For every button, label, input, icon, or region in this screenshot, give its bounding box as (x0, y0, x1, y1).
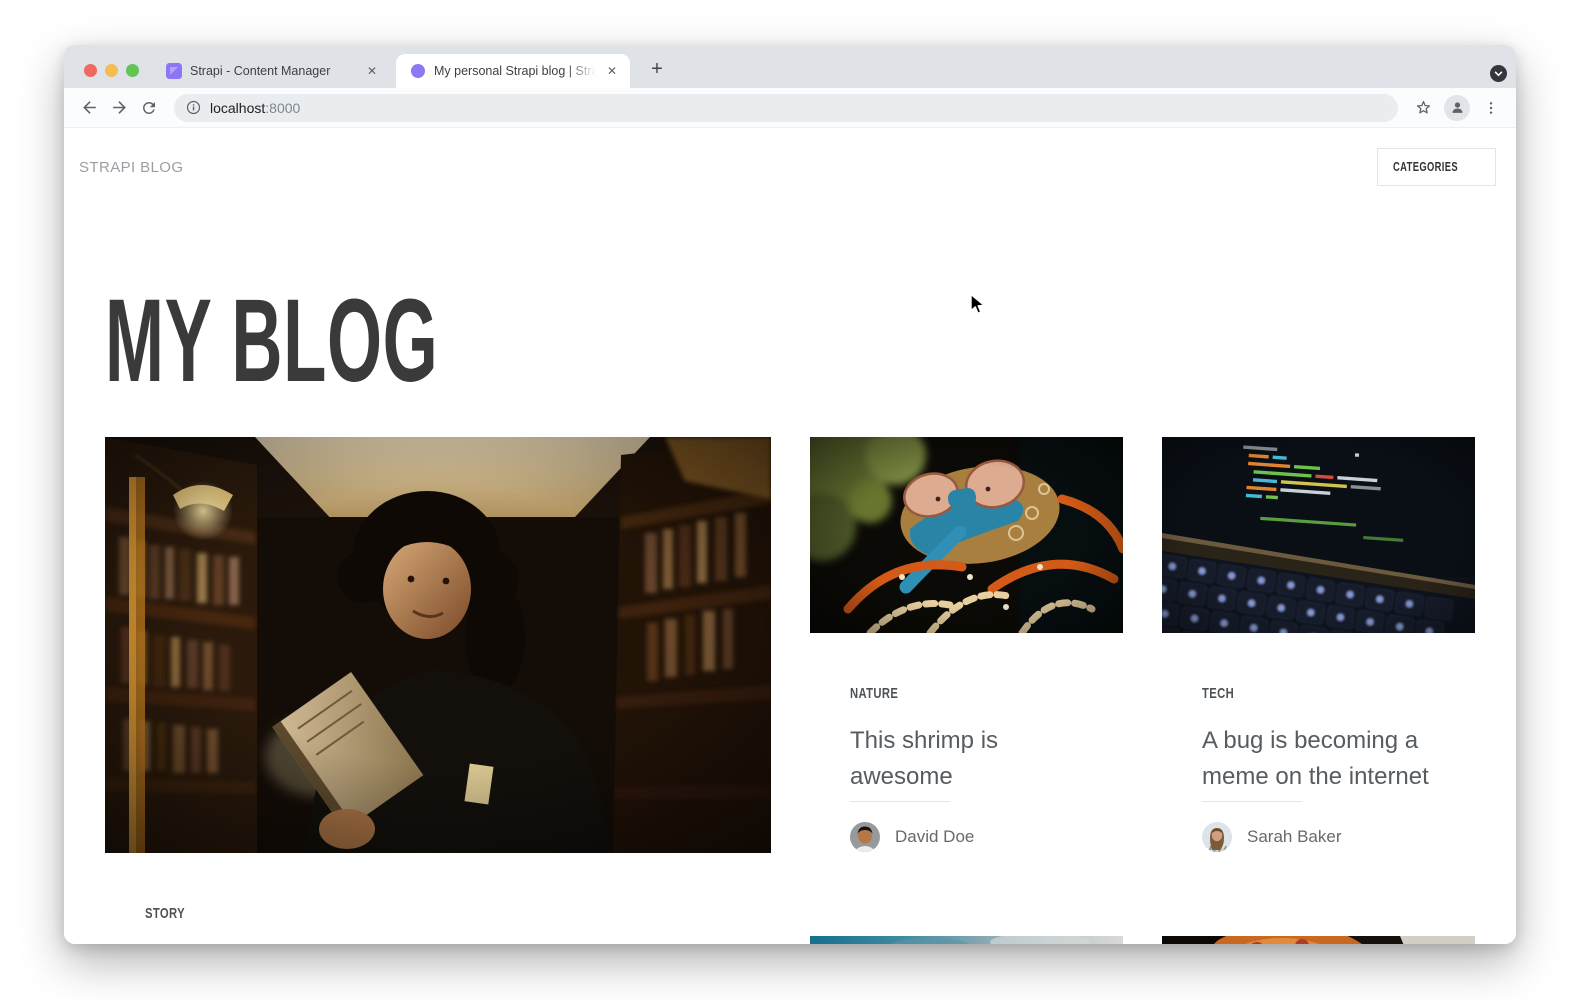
avatar-sarah (1202, 822, 1232, 852)
shrimp-photo[interactable] (810, 437, 1123, 633)
back-button[interactable] (74, 93, 104, 123)
tab-title: Strapi - Content Manager (190, 64, 356, 78)
site-header: STRAPI BLOG CATEGORIES (79, 148, 1496, 186)
divider (850, 801, 950, 802)
profile-icon (1450, 100, 1465, 115)
tab-strip: Strapi - Content Manager ✕ My personal S… (64, 45, 1516, 88)
grid-column-3: TECH A bug is becoming a meme on the int… (1162, 437, 1475, 944)
strapi-favicon (166, 63, 182, 79)
minimize-window-button[interactable] (105, 64, 118, 77)
avatar-david (850, 822, 880, 852)
grid-column-2: NATURE This shrimp is awesome (810, 437, 1123, 944)
url-text: localhost:8000 (210, 100, 300, 116)
card-body: NATURE This shrimp is awesome (810, 633, 1123, 892)
card-body: TECH A bug is becoming a meme on the int… (1162, 633, 1475, 892)
close-tab-icon[interactable]: ✕ (364, 64, 380, 78)
chevron-down-icon (1494, 71, 1503, 77)
author-row: Sarah Baker (1202, 822, 1435, 852)
post-title[interactable]: This shrimp is awesome (850, 723, 1083, 795)
forward-icon (110, 98, 129, 117)
traffic-lights (84, 64, 139, 77)
info-icon (186, 100, 201, 115)
forward-button[interactable] (104, 93, 134, 123)
post-grid: STORY (105, 437, 1475, 944)
divider (1202, 801, 1302, 802)
reload-button[interactable] (134, 93, 164, 123)
new-tab-button[interactable]: + (644, 57, 670, 83)
profile-button[interactable] (1444, 95, 1470, 121)
blog-favicon (410, 63, 426, 79)
url-port: :8000 (265, 100, 300, 116)
browser-menu-button[interactable] (1476, 93, 1506, 123)
author-row: David Doe (850, 822, 1083, 852)
post-card-nature[interactable]: NATURE This shrimp is awesome (810, 437, 1123, 892)
kebab-menu-icon (1483, 100, 1499, 116)
library-photo[interactable] (105, 437, 771, 853)
zoom-window-button[interactable] (126, 64, 139, 77)
grid-column-1: STORY (105, 437, 771, 944)
blog-page: STRAPI BLOG CATEGORIES MY BLOG (64, 128, 1516, 944)
post-card-partial-food[interactable] (1162, 936, 1475, 944)
categories-button[interactable]: CATEGORIES (1377, 148, 1496, 186)
author-name: David Doe (895, 827, 974, 847)
post-card-story[interactable]: STORY (105, 437, 771, 944)
mouse-cursor (969, 293, 986, 321)
card-body: STORY (105, 853, 771, 944)
star-icon (1414, 98, 1433, 117)
category-label: NATURE (850, 686, 898, 701)
post-card-partial-ocean[interactable] (810, 936, 1123, 944)
close-tab-icon[interactable]: ✕ (604, 64, 620, 78)
category-label: STORY (145, 906, 185, 921)
back-icon (80, 98, 99, 117)
tab-search-button[interactable] (1490, 65, 1507, 82)
post-title[interactable]: A bug is becoming a meme on the internet (1202, 723, 1435, 795)
browser-window: Strapi - Content Manager ✕ My personal S… (64, 45, 1516, 944)
address-bar[interactable]: localhost:8000 (174, 94, 1398, 122)
tab-title: My personal Strapi blog | Strap (434, 64, 596, 78)
post-card-tech[interactable]: TECH A bug is becoming a meme on the int… (1162, 437, 1475, 892)
page-title: MY BLOG (105, 281, 1475, 401)
tab-my-personal-strapi-blog[interactable]: My personal Strapi blog | Strap ✕ (396, 54, 630, 88)
site-brand-link[interactable]: STRAPI BLOG (79, 159, 183, 176)
bookmark-button[interactable] (1408, 93, 1438, 123)
close-window-button[interactable] (84, 64, 97, 77)
categories-button-label: CATEGORIES (1393, 160, 1458, 174)
tab-strapi-content-manager[interactable]: Strapi - Content Manager ✕ (152, 54, 390, 88)
author-name: Sarah Baker (1247, 827, 1342, 847)
category-label: TECH (1202, 686, 1234, 701)
ocean-photo[interactable] (810, 936, 1123, 944)
browser-toolbar: localhost:8000 (64, 88, 1516, 128)
laptop-code-photo[interactable] (1162, 437, 1475, 633)
food-photo[interactable] (1162, 936, 1475, 944)
url-host: localhost (210, 100, 265, 116)
reload-icon (140, 99, 158, 117)
